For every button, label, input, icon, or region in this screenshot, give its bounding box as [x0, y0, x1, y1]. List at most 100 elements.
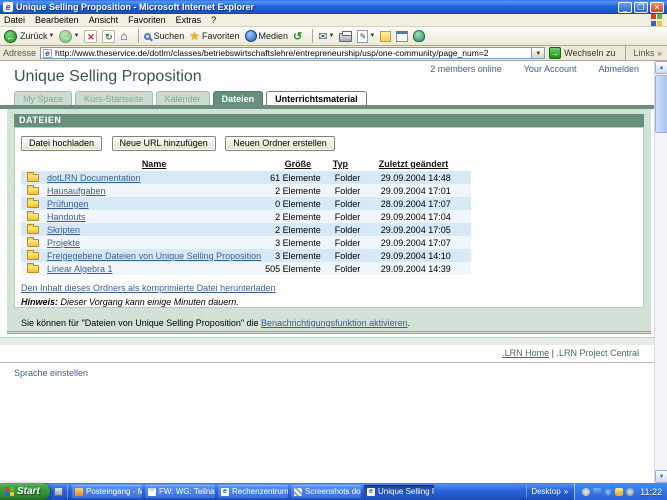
add-url-button[interactable]: Neue URL hinzufügen — [111, 136, 216, 151]
menu-bearbeiten[interactable]: Bearbeiten — [35, 15, 79, 25]
taskbar-task-button[interactable]: eUnique Selling Proposi... — [364, 485, 434, 498]
back-dropdown-icon[interactable]: ▼ — [49, 33, 55, 39]
scroll-down-button[interactable]: ▼ — [655, 470, 667, 483]
folder-name-link[interactable]: Hausaufgaben — [47, 186, 106, 196]
iepage-task-icon: e — [367, 487, 375, 496]
messenger-icon — [413, 30, 426, 42]
action-button-row: Datei hochladen Neue URL hinzufügen Neue… — [21, 133, 637, 151]
folder-name-link[interactable]: Handouts — [47, 212, 86, 222]
home-button[interactable]: ⌂ — [120, 29, 127, 43]
close-button[interactable]: ✕ — [650, 1, 664, 13]
tab-my-space[interactable]: My Space — [14, 91, 73, 105]
back-icon: ← — [4, 29, 17, 43]
discuss-button[interactable] — [396, 30, 409, 42]
go-button[interactable]: → Wechseln zu — [549, 47, 616, 59]
restore-button[interactable]: ❐ — [634, 1, 648, 13]
folder-name-link[interactable]: Projekte — [47, 238, 80, 248]
history-button[interactable]: ↺ — [293, 30, 302, 43]
desktop-chevron-icon[interactable]: » — [564, 487, 568, 496]
tray-icon-1[interactable] — [582, 487, 591, 496]
folder-type: Folder — [334, 263, 361, 274]
tray-icon-3[interactable] — [604, 487, 613, 496]
folder-size: 2 Elemente — [275, 211, 321, 222]
modified-column-header[interactable]: Zuletzt geändert — [379, 158, 471, 171]
your-account-link[interactable]: Your Account — [524, 64, 577, 74]
address-input[interactable]: e http://www.theservice.de/dotlrn/classe… — [40, 47, 533, 59]
logout-link[interactable]: Abmelden — [598, 64, 639, 74]
folder-name-link[interactable]: Freigegebene Dateien von Unique Selling … — [47, 251, 261, 261]
menu-hilfe[interactable]: ? — [211, 15, 216, 25]
edit-button[interactable]: ✎ ▼ — [357, 29, 375, 43]
name-column-header[interactable]: Name — [45, 158, 263, 171]
tray-icon-4[interactable] — [615, 487, 624, 496]
lrn-project-central-link[interactable]: .LRN Project Central — [556, 348, 639, 358]
folder-modified: 29.09.2004 14:39 — [380, 263, 451, 274]
size-column-header[interactable]: Größe — [263, 158, 333, 171]
folder-name-link[interactable]: dotLRN Documentation — [47, 173, 141, 183]
taskbar-task-button[interactable]: Screenshots dotLRN... — [291, 485, 361, 498]
upload-file-button[interactable]: Datei hochladen — [21, 136, 103, 151]
stop-button[interactable]: ✕ — [84, 29, 98, 43]
menu-datei[interactable]: Datei — [4, 15, 25, 25]
forward-button[interactable]: → ▼ — [59, 29, 79, 43]
quick-launch — [50, 485, 68, 498]
mail-dropdown-icon[interactable]: ▼ — [328, 33, 334, 39]
tab-unterrichtsmaterial[interactable]: Unterrichtsmaterial — [266, 91, 367, 105]
forward-dropdown-icon[interactable]: ▼ — [73, 33, 79, 39]
links-label[interactable]: Links — [634, 48, 655, 58]
folder-size: 505 Elemente — [265, 263, 321, 274]
task-label: Rechenzentrum Uni K... — [232, 487, 288, 496]
footer-separator: | — [551, 348, 554, 358]
tray-icon-5[interactable] — [626, 487, 635, 496]
table-row: Freigegebene Dateien von Unique Selling … — [21, 249, 471, 262]
folder-size: 3 Elemente — [275, 250, 321, 261]
search-button[interactable]: Suchen — [143, 31, 184, 41]
favorites-button[interactable]: ★ Favoriten — [189, 29, 239, 43]
show-desktop-icon[interactable] — [54, 487, 63, 496]
taskbar-task-button[interactable]: Posteingang - Micros... — [72, 485, 142, 498]
lrn-home-link[interactable]: .LRN Home — [502, 348, 549, 358]
tab-kurs-startseite[interactable]: Kurs-Startseite — [75, 91, 153, 105]
tray-icon-2[interactable] — [593, 487, 602, 496]
tab-dateien[interactable]: Dateien — [212, 91, 264, 105]
menu-favoriten[interactable]: Favoriten — [128, 15, 166, 25]
refresh-button[interactable]: ↻ — [102, 29, 116, 43]
edit-icon: ✎ — [357, 29, 369, 43]
edit-dropdown-icon[interactable]: ▼ — [369, 33, 375, 39]
minimize-button[interactable]: _ — [618, 1, 632, 13]
folder-modified: 28.09.2004 17:07 — [380, 198, 451, 209]
notification-activate-link[interactable]: Benachrichtigungsfunktion aktivieren — [261, 318, 408, 328]
notes-button[interactable] — [380, 30, 392, 42]
members-online-link[interactable]: 2 members online — [430, 64, 502, 74]
back-button[interactable]: ← Zurück ▼ — [4, 29, 55, 43]
scroll-up-button[interactable]: ▲ — [655, 61, 667, 74]
folder-icon — [27, 237, 39, 247]
title-bar[interactable]: e Unique Selling Proposition - Microsoft… — [0, 0, 667, 14]
folder-name-link[interactable]: Linear Algebra 1 — [47, 264, 113, 274]
print-button[interactable] — [339, 30, 353, 42]
folder-icon-cell — [21, 184, 45, 197]
folder-size: 3 Elemente — [275, 237, 321, 248]
set-language-link[interactable]: Sprache einstellen — [14, 368, 88, 378]
links-chevron-icon[interactable]: » — [658, 49, 662, 58]
desktop-toolbar[interactable]: Desktop » — [526, 485, 574, 498]
messenger-button[interactable] — [413, 30, 426, 42]
table-row: Projekte 3 Elemente Folder 29.09.2004 17:07 — [21, 236, 471, 249]
vertical-scrollbar[interactable]: ▲ ▼ — [654, 61, 667, 483]
menu-extras[interactable]: Extras — [176, 15, 202, 25]
folder-name-link[interactable]: Skripten — [47, 225, 80, 235]
taskbar-task-button[interactable]: FW: WG: Teilnahme v... — [145, 485, 215, 498]
create-folder-button[interactable]: Neuen Ordner erstellen — [225, 136, 335, 151]
folder-name-link[interactable]: Prüfungen — [47, 199, 89, 209]
address-dropdown-button[interactable]: ▼ — [532, 47, 546, 59]
start-button[interactable]: Start — [0, 483, 50, 500]
history-icon: ↺ — [293, 30, 303, 43]
mail-button[interactable]: ✉ ▼ — [318, 30, 334, 43]
menu-ansicht[interactable]: Ansicht — [89, 15, 119, 25]
download-zip-link[interactable]: Den Inhalt dieses Ordners als komprimier… — [21, 283, 276, 293]
media-button[interactable]: Medien — [244, 30, 288, 42]
type-column-header[interactable]: Typ — [333, 158, 379, 171]
tab-kalender[interactable]: Kalender — [155, 91, 210, 105]
scrollbar-thumb[interactable] — [655, 75, 667, 133]
taskbar-task-button[interactable]: eRechenzentrum Uni K... — [218, 485, 288, 498]
